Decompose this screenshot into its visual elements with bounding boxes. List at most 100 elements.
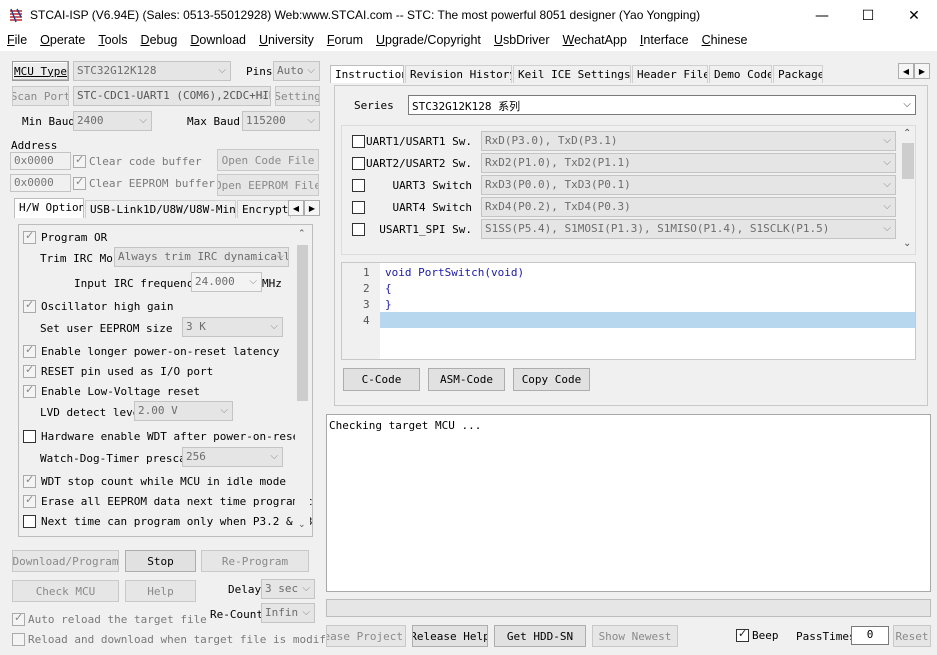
scan-port-button[interactable]: Scan Port (12, 86, 69, 106)
reprogram-button[interactable]: Re-Program (201, 550, 309, 572)
help-button[interactable]: Help (125, 580, 196, 602)
scroll-down-icon[interactable]: ⌄ (903, 238, 911, 249)
wdt-idle-option[interactable]: WDT stop count while MCU in idle mode (23, 473, 286, 488)
open-eeprom-file-button[interactable]: Open EEPROM File (217, 174, 319, 196)
tab-instruction[interactable]: Instruction (330, 65, 404, 83)
reload-download-option[interactable]: Reload and download when target file is … (12, 633, 346, 646)
tab-scroll-left-icon[interactable]: ◀ (288, 200, 304, 216)
longer-reset-option[interactable]: Enable longer power-on-reset latency (23, 343, 279, 358)
tab-scroll-left-icon[interactable]: ◀ (898, 63, 914, 79)
auto-reload-checkbox[interactable] (12, 611, 25, 626)
delay-select[interactable]: 3 sec ⌵ (261, 579, 315, 599)
wdt-prescale-select[interactable]: 256 ⌵ (182, 447, 283, 467)
menu-file[interactable]: File (0, 31, 33, 51)
port-checkbox[interactable] (352, 134, 365, 148)
tab-scroll-right-icon[interactable]: ▶ (304, 200, 320, 216)
port-row-uart1[interactable]: UART1/USART1 Sw. RxD(P3.0), TxD(P3.1) ⌵ (352, 130, 896, 152)
clear-code-checkbox[interactable] (73, 153, 86, 168)
menu-interface[interactable]: Interface (633, 31, 695, 51)
menu-wechatapp[interactable]: WechatApp (556, 31, 633, 51)
release-project-button[interactable]: Release Project (326, 625, 406, 647)
code-editor[interactable]: 1 void PortSwitch(void) 2 { 3 } 4 (341, 262, 916, 360)
port-checkbox[interactable] (352, 200, 365, 214)
port-value-select[interactable]: RxD2(P1.0), TxD2(P1.1) ⌵ (481, 153, 896, 173)
next-time-checkbox[interactable] (23, 515, 36, 528)
eeprom-address-input[interactable]: 0x0000 (10, 174, 71, 192)
reload-download-checkbox[interactable] (12, 633, 25, 646)
close-button[interactable]: ✕ (891, 0, 937, 31)
port-checkbox[interactable] (352, 178, 365, 192)
lvd-reset-option[interactable]: Enable Low-Voltage reset (23, 383, 200, 398)
erase-eeprom-checkbox[interactable] (23, 493, 36, 508)
port-select[interactable]: STC-CDC1-UART1 (COM6),2CDC+HID ⌵ (73, 86, 271, 106)
port-row-uart2[interactable]: UART2/USART2 Sw. RxD2(P1.0), TxD2(P1.1) … (352, 152, 896, 174)
tab-encryption[interactable]: Encrypti (237, 200, 291, 218)
minimize-button[interactable]: — (799, 0, 845, 31)
port-checkbox[interactable] (352, 156, 365, 170)
mcu-type-select[interactable]: STC32G12K128 ⌵ (73, 61, 231, 81)
options-scrollbar[interactable]: ⌃ ⌄ (295, 227, 310, 535)
eeprom-size-select[interactable]: 3 K ⌵ (182, 317, 283, 337)
max-baud-select[interactable]: 115200 ⌵ (242, 111, 320, 131)
menu-university[interactable]: University (252, 31, 320, 51)
tab-header-file[interactable]: Header File (632, 65, 708, 83)
port-value-select[interactable]: RxD(P3.0), TxD(P3.1) ⌵ (481, 131, 896, 151)
hw-wdt-option[interactable]: Hardware enable WDT after power-on-reset (23, 430, 306, 443)
tab-scroll-right-icon[interactable]: ▶ (914, 63, 930, 79)
oscillator-gain-option[interactable]: Oscillator high gain (23, 298, 173, 313)
program-or-checkbox[interactable] (23, 229, 36, 244)
wdt-idle-checkbox[interactable] (23, 473, 36, 488)
port-list-scrollbar[interactable]: ⌃ ⌄ (899, 126, 915, 254)
port-row-uart3[interactable]: UART3 Switch RxD3(P0.0), TxD3(P0.1) ⌵ (352, 174, 896, 196)
clear-eeprom-option[interactable]: Clear EEPROM buffer (73, 175, 215, 190)
beep-checkbox[interactable] (736, 627, 749, 642)
release-help-button[interactable]: Release Help (412, 625, 488, 647)
port-value-select[interactable]: RxD4(P0.2), TxD4(P0.3) ⌵ (481, 197, 896, 217)
port-setting-button[interactable]: Setting (275, 86, 320, 106)
asm-code-button[interactable]: ASM-Code (428, 368, 505, 391)
scroll-thumb[interactable] (902, 143, 914, 179)
series-select[interactable]: STC32G12K128 系列 ⌵ (408, 95, 916, 115)
c-code-button[interactable]: C-Code (343, 368, 420, 391)
menu-operate[interactable]: Operate (33, 31, 91, 51)
menu-debug[interactable]: Debug (134, 31, 184, 51)
port-row-usart1-spi[interactable]: USART1_SPI Sw. S1SS(P5.4), S1MOSI(P1.3),… (352, 218, 896, 240)
auto-reload-option[interactable]: Auto reload the target file (12, 611, 207, 626)
download-program-button[interactable]: Download/Program (12, 550, 119, 572)
next-time-option[interactable]: Next time can program only when P3.2 & P… (23, 515, 312, 528)
scroll-thumb[interactable] (297, 245, 308, 401)
reset-button[interactable]: Reset (893, 625, 931, 647)
tab-demo-code[interactable]: Demo Code (709, 65, 772, 83)
tab-revision-history[interactable]: Revision History (405, 65, 512, 83)
title-bar[interactable]: STCAI-ISP (V6.94E) (Sales: 0513-55012928… (0, 0, 937, 31)
pins-select[interactable]: Auto ⌵ (273, 61, 320, 81)
tab-keil-ice[interactable]: Keil ICE Settings (513, 65, 631, 83)
longer-reset-checkbox[interactable] (23, 343, 36, 358)
clear-code-option[interactable]: Clear code buffer (73, 153, 202, 168)
get-hdd-sn-button[interactable]: Get HDD-SN (494, 625, 586, 647)
log-output[interactable]: Checking target MCU ... (326, 414, 931, 592)
tab-usb-link[interactable]: USB-Link1D/U8W/U8W-Mini (85, 200, 236, 218)
port-value-select[interactable]: RxD3(P0.0), TxD3(P0.1) ⌵ (481, 175, 896, 195)
scroll-down-icon[interactable]: ⌄ (298, 520, 306, 530)
scroll-up-icon[interactable]: ⌃ (298, 229, 306, 239)
mcu-type-button[interactable]: MCU Type (12, 61, 69, 81)
recount-select[interactable]: Infin ⌵ (261, 603, 315, 623)
port-row-uart4[interactable]: UART4 Switch RxD4(P0.2), TxD4(P0.3) ⌵ (352, 196, 896, 218)
min-baud-select[interactable]: 2400 ⌵ (73, 111, 152, 131)
copy-code-button[interactable]: Copy Code (513, 368, 590, 391)
menu-chinese[interactable]: Chinese (695, 31, 754, 51)
program-or-option[interactable]: Program OR (23, 229, 107, 244)
menu-upgrade[interactable]: Upgrade/Copyright (369, 31, 487, 51)
port-value-select[interactable]: S1SS(P5.4), S1MOSI(P1.3), S1MISO(P1.4), … (481, 219, 896, 239)
check-mcu-button[interactable]: Check MCU (12, 580, 119, 602)
code-address-input[interactable]: 0x0000 (10, 152, 71, 170)
erase-eeprom-option[interactable]: Erase all EEPROM data next time program … (23, 493, 312, 508)
menu-usbdriver[interactable]: UsbDriver (487, 31, 556, 51)
oscillator-gain-checkbox[interactable] (23, 298, 36, 313)
lvd-level-select[interactable]: 2.00 V ⌵ (134, 401, 233, 421)
tab-hw-option[interactable]: H/W Option (14, 198, 84, 218)
irc-frequency-input[interactable]: 24.000 ⌵ (191, 272, 262, 292)
reset-pin-checkbox[interactable] (23, 363, 36, 378)
menu-tools[interactable]: Tools (91, 31, 133, 51)
